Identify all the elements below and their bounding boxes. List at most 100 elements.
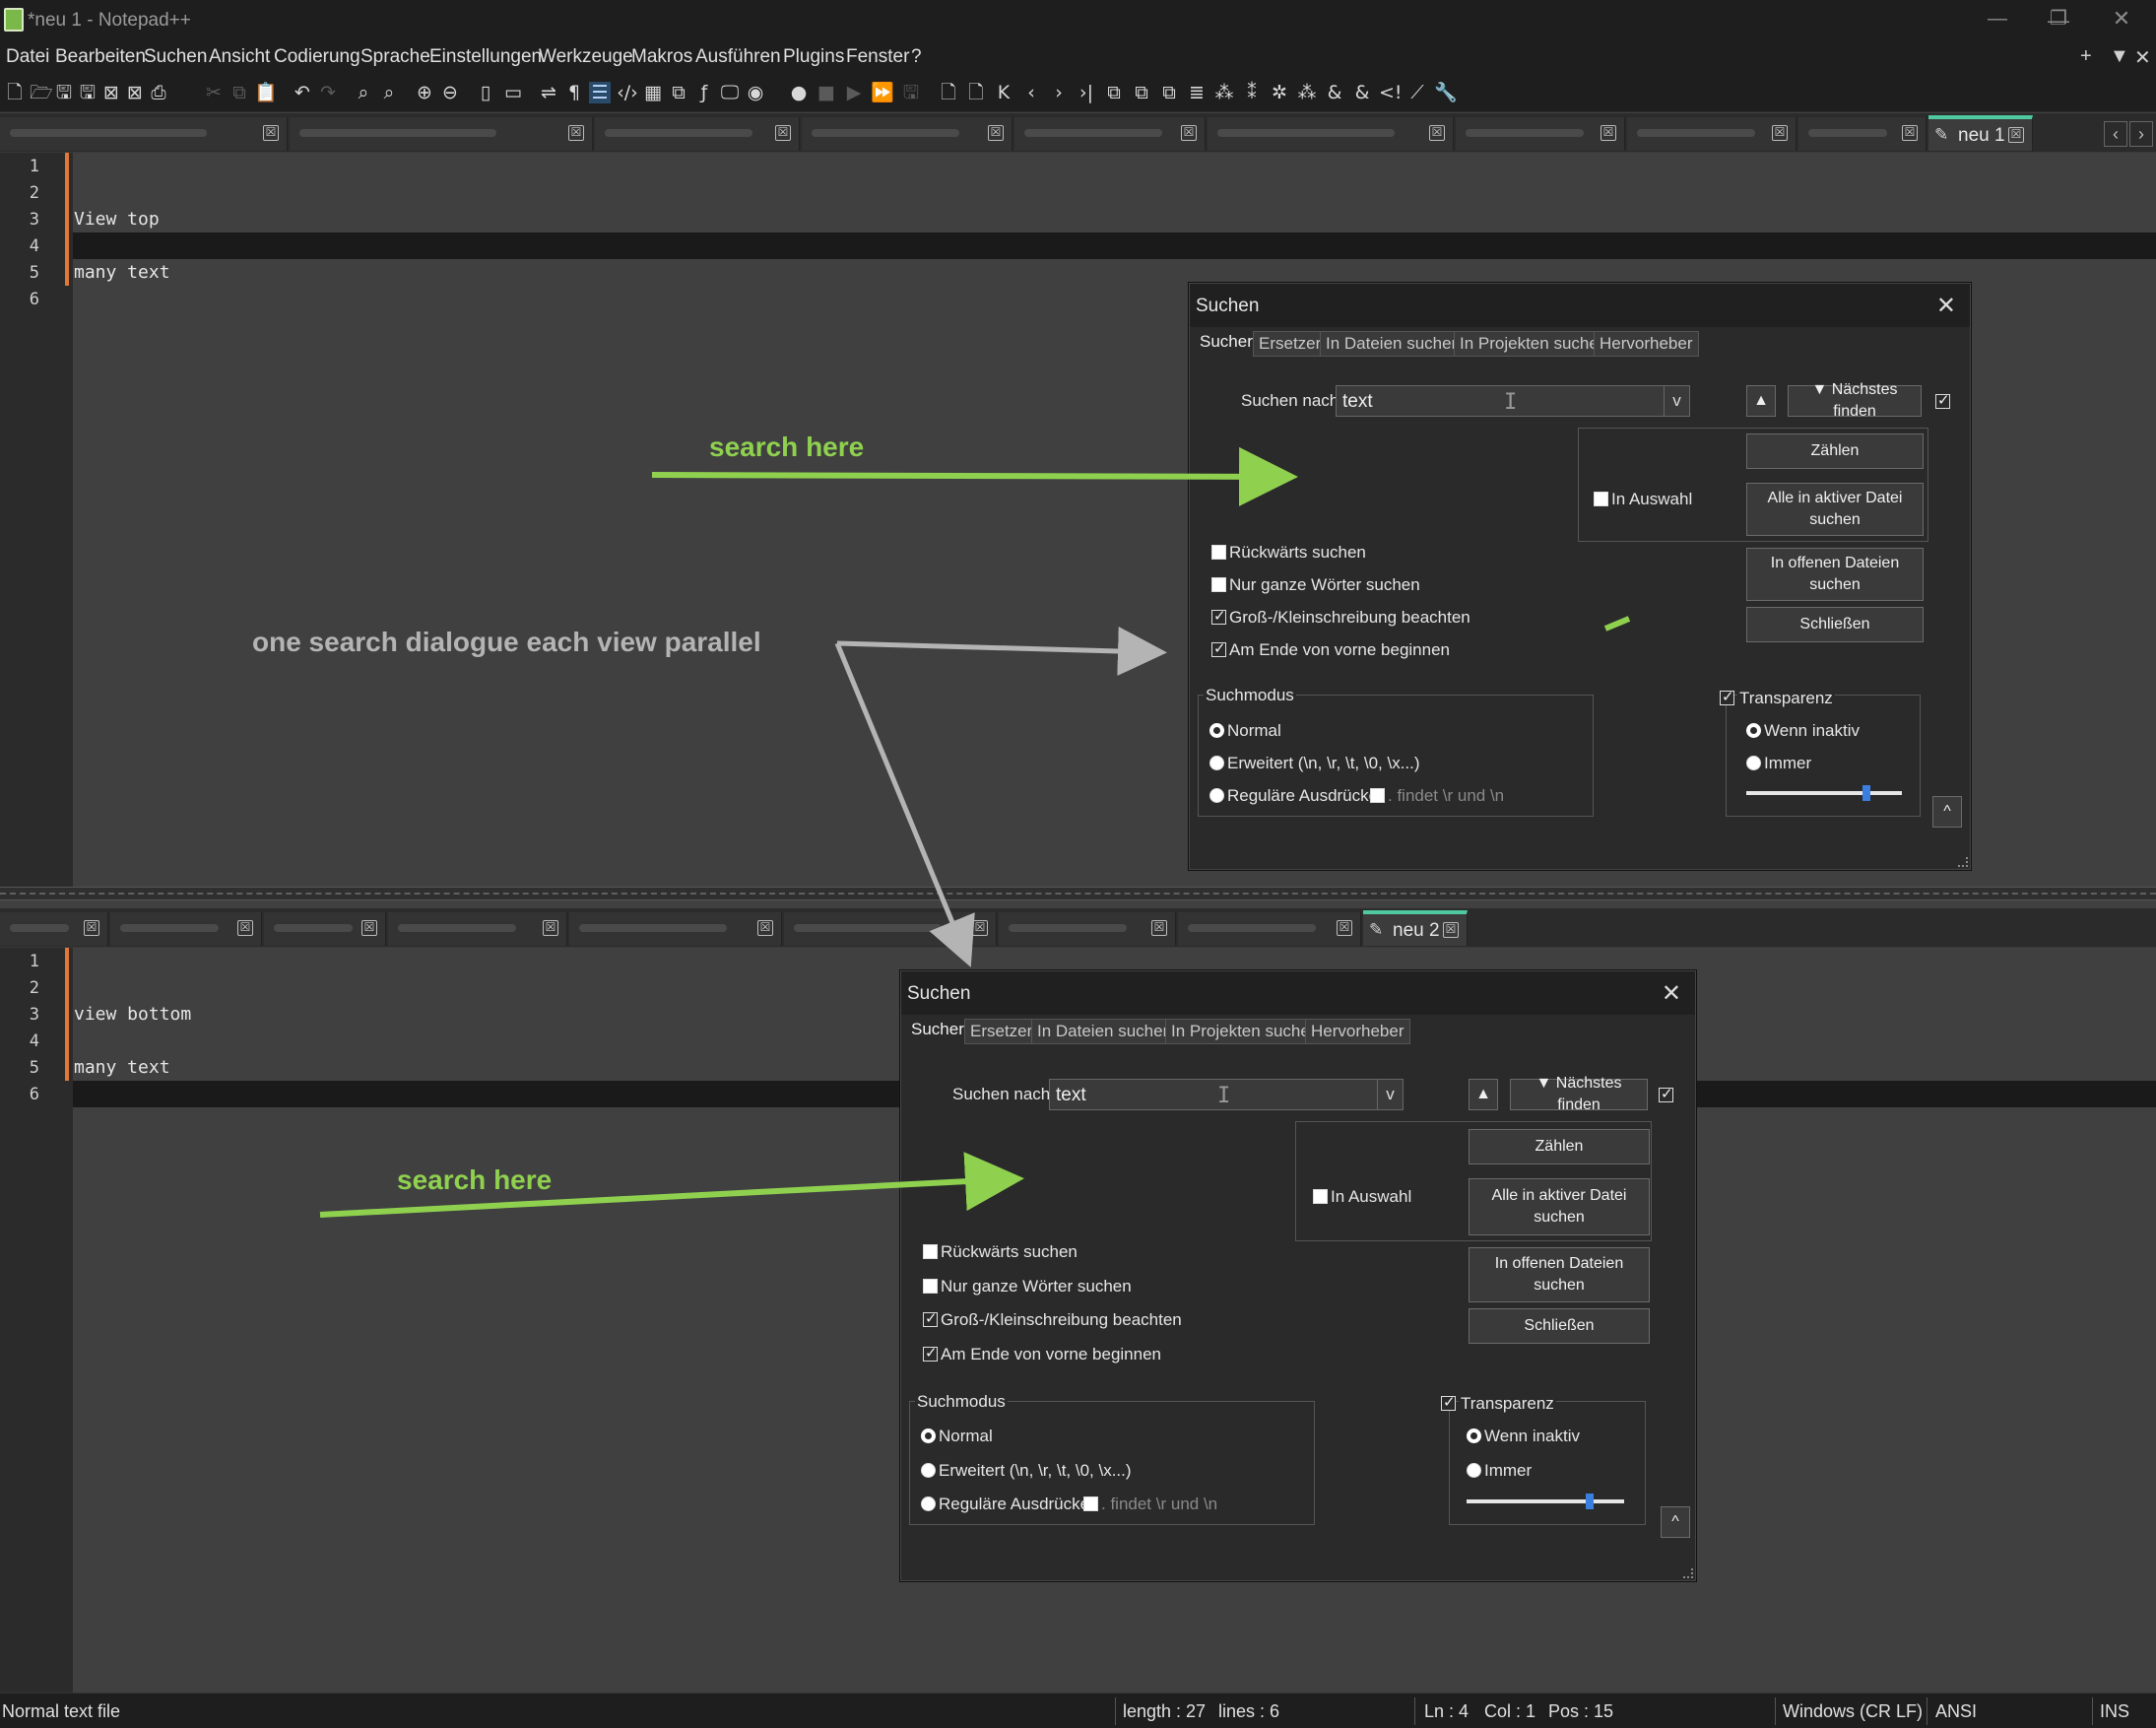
close-button[interactable]: Schließen (1469, 1308, 1650, 1344)
dialog-close-button[interactable]: ✕ (1662, 979, 1681, 1008)
tab-close-icon[interactable]: ☒ (1902, 125, 1918, 141)
match-case-checkbox[interactable] (1211, 607, 1226, 625)
xml-tags-icon[interactable]: ‹/› (617, 82, 638, 103)
tab-find[interactable]: Sucher (1194, 329, 1259, 355)
find-next-option-checkbox[interactable] (1659, 1085, 1673, 1102)
plugin-c-icon[interactable]: ⧉ (1158, 82, 1180, 103)
function-list-icon[interactable]: ƒ (693, 82, 715, 103)
copy-icon[interactable]: ⧉ (229, 82, 250, 103)
status-encoding[interactable]: ANSI (1935, 1701, 1977, 1722)
next-icon[interactable]: › (1048, 82, 1070, 103)
plugin-e-icon[interactable]: ⁂ (1213, 82, 1235, 103)
tab-blurred-b3[interactable]: ☒ (264, 912, 386, 946)
collapse-dialog-button[interactable]: ^ (1932, 796, 1962, 828)
count-button[interactable]: Zählen (1746, 433, 1924, 469)
plugin-h-icon[interactable]: ⁂ (1296, 82, 1318, 103)
tab-blurred-2[interactable]: ☒ (290, 117, 593, 151)
backward-checkbox[interactable] (923, 1244, 938, 1259)
new-file-icon[interactable]: 🗋 (4, 82, 26, 103)
find-history-dropdown[interactable]: v (1377, 1080, 1403, 1109)
stop-macro-icon[interactable]: ■ (816, 82, 837, 103)
dot-newline-checkbox[interactable] (1083, 1496, 1098, 1511)
tab-blurred-b1[interactable]: ☒ (0, 912, 108, 946)
find-all-in-open-button[interactable]: In offenen Dateien suchen (1469, 1247, 1650, 1302)
menu-codierung[interactable]: Codierung (274, 46, 360, 68)
record-macro-icon[interactable]: ● (788, 82, 810, 103)
tab-mark[interactable]: Hervorheber (1594, 331, 1699, 357)
tab-blurred-4[interactable]: ☒ (802, 117, 1013, 151)
backward-checkbox[interactable] (1211, 545, 1226, 560)
sync-horizontal-icon[interactable]: ▭ (502, 82, 524, 103)
comment-icon[interactable]: <! (1379, 82, 1403, 103)
save-all-icon[interactable]: 🖫 (77, 82, 98, 103)
menu-sprache[interactable]: Sprache (360, 46, 430, 68)
close-all-icon[interactable]: ⊠ (124, 82, 146, 103)
find-next-option-checkbox[interactable] (1935, 391, 1950, 409)
tab-replace[interactable]: Ersetzer (1253, 331, 1328, 357)
tab-blurred-b6[interactable]: ☒ (784, 912, 997, 946)
find-all-in-current-button[interactable]: Alle in aktiver Datei suchen (1469, 1178, 1650, 1235)
mode-extended-radio[interactable] (1209, 756, 1224, 770)
status-eol[interactable]: Windows (CR LF) (1783, 1701, 1923, 1722)
tab-neu-1[interactable]: ✎ neu 1 ☒ (1928, 115, 2033, 151)
find-next-button[interactable]: ▼ Nächstes finden (1788, 381, 1922, 420)
zoom-out-icon[interactable]: ⊖ (439, 82, 461, 103)
transparency-slider-thumb[interactable] (1586, 1494, 1594, 1509)
print-icon[interactable]: ⎙ (148, 82, 169, 103)
tab-scroll-left-button[interactable]: ‹ (2104, 121, 2127, 147)
replace-icon[interactable]: ⌕ (378, 82, 400, 103)
restore-window-button[interactable]: ❐ (2039, 4, 2078, 33)
tab-find[interactable]: Sucher (905, 1017, 970, 1042)
tab-blurred-6[interactable]: ☒ (1208, 117, 1454, 151)
mode-normal-radio[interactable] (1209, 723, 1224, 738)
uncomment-icon[interactable]: ⟋ (1406, 82, 1428, 103)
tab-close-icon[interactable]: ☒ (543, 920, 558, 936)
menu-plugins[interactable]: Plugins (783, 46, 844, 68)
transparency-checkbox[interactable] (1441, 1393, 1456, 1411)
monitoring-icon[interactable]: ◉ (745, 82, 766, 103)
menu-makros[interactable]: Makros (631, 46, 692, 68)
transparency-checkbox[interactable] (1720, 688, 1734, 705)
in-selection-checkbox[interactable] (1313, 1189, 1328, 1204)
tab-close-icon[interactable]: ☒ (2008, 127, 2024, 143)
tab-replace[interactable]: Ersetzer (964, 1019, 1039, 1044)
plugin-b-icon[interactable]: ⧉ (1131, 82, 1152, 103)
tab-close-icon[interactable]: ☒ (1772, 125, 1788, 141)
folder-workspace-icon[interactable]: 🖵 (719, 82, 741, 103)
whole-word-checkbox[interactable] (923, 1279, 938, 1294)
tab-blurred-b7[interactable]: ☒ (999, 912, 1176, 946)
menu-help[interactable]: ? (911, 46, 922, 68)
tab-close-icon[interactable]: ☒ (775, 125, 791, 141)
tab-close-icon[interactable]: ☒ (972, 920, 988, 936)
tab-neu-2[interactable]: ✎ neu 2 ☒ (1363, 910, 1468, 946)
close-button[interactable]: Schließen (1746, 607, 1924, 642)
menu-werkzeuge[interactable]: Werkzeuge (539, 46, 633, 68)
tab-close-icon[interactable]: ☒ (1443, 922, 1459, 938)
resize-grip[interactable] (1683, 1568, 1693, 1578)
tab-blurred-8[interactable]: ☒ (1627, 117, 1797, 151)
tab-scroll-right-button[interactable]: › (2129, 121, 2153, 147)
play-macro-icon[interactable]: ▶ (843, 82, 865, 103)
plugin-d-icon[interactable]: ≣ (1186, 82, 1208, 103)
menu-suchen[interactable]: Suchen (144, 46, 207, 68)
tab-blurred-5[interactable]: ☒ (1014, 117, 1206, 151)
notepadpp-app-icon[interactable] (4, 8, 24, 32)
tab-close-icon[interactable]: ☒ (1151, 920, 1167, 936)
menu-ausfuehren[interactable]: Ausführen (695, 46, 781, 68)
tab-find-in-projects[interactable]: In Projekten sucher (1454, 331, 1610, 357)
mode-regex-radio[interactable] (1209, 788, 1224, 803)
menu-bearbeiten[interactable]: Bearbeiten (55, 46, 146, 68)
tab-blurred-7[interactable]: ☒ (1456, 117, 1625, 151)
mode-normal-radio[interactable] (921, 1429, 936, 1443)
tab-close-icon[interactable]: ☒ (361, 920, 377, 936)
plugin-a-icon[interactable]: ⧉ (1103, 82, 1125, 103)
wrench-icon[interactable]: 🔧 (1434, 82, 1458, 103)
tab-blurred-b8[interactable]: ☒ (1178, 912, 1361, 946)
tab-close-icon[interactable]: ☒ (1181, 125, 1197, 141)
tab-close-icon[interactable]: ☒ (1429, 125, 1445, 141)
word-wrap-icon[interactable]: ⇌ (538, 82, 559, 103)
close-file-icon[interactable]: ⊠ (100, 82, 122, 103)
count-button[interactable]: Zählen (1469, 1129, 1650, 1164)
find-history-dropdown[interactable]: v (1664, 386, 1689, 416)
dialog-close-button[interactable]: ✕ (1936, 292, 1956, 320)
